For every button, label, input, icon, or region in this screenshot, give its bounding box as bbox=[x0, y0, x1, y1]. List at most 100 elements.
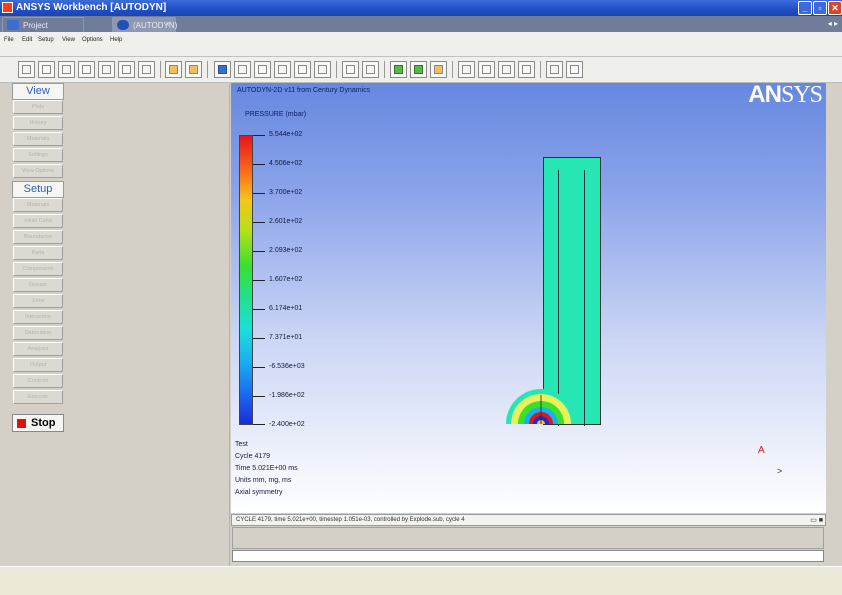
scale-label: 6.174e+01 bbox=[269, 305, 303, 312]
scale-label: 5.544e+02 bbox=[269, 131, 303, 138]
minimize-button[interactable]: _ bbox=[798, 1, 812, 15]
dialog-panel bbox=[64, 83, 230, 566]
stop-label: Stop bbox=[31, 417, 56, 429]
tab-autodyn[interactable]: (AUTODYN) × bbox=[112, 17, 178, 32]
zoom-box-icon[interactable] bbox=[294, 61, 311, 78]
setup-button-parts[interactable]: Parts bbox=[13, 246, 63, 260]
export-icon[interactable] bbox=[118, 61, 135, 78]
toolbar bbox=[0, 57, 842, 83]
scale-title: PRESSURE (mbar) bbox=[245, 111, 307, 118]
scale-label: 7.371e+01 bbox=[269, 334, 303, 341]
zoom-fit-icon[interactable] bbox=[274, 61, 291, 78]
command-input[interactable] bbox=[232, 550, 824, 562]
tab-bar: Project (AUTODYN) × ◂ ▸ bbox=[0, 16, 842, 32]
run-icon[interactable] bbox=[165, 61, 182, 78]
axis-arrow-icon: > bbox=[777, 466, 783, 476]
new-file-icon[interactable] bbox=[18, 61, 35, 78]
menu-setup[interactable]: Setup bbox=[38, 37, 54, 43]
app-icon bbox=[2, 2, 13, 13]
contour-icon[interactable] bbox=[410, 61, 427, 78]
tab-project[interactable]: Project bbox=[2, 17, 84, 32]
view-button-options[interactable]: View Options bbox=[13, 164, 63, 178]
tab-scroll-arrows-icon[interactable]: ◂ ▸ bbox=[828, 19, 838, 28]
setup-button-analysis[interactable]: Analysis bbox=[13, 342, 63, 356]
setup-button-controls[interactable]: Controls bbox=[13, 374, 63, 388]
scale-label: 2.601e+02 bbox=[269, 218, 303, 225]
setup-button-output[interactable]: Output bbox=[13, 358, 63, 372]
scale-tick bbox=[253, 338, 265, 339]
message-text: CYCLE 4179, time 5.021e+00, timestep 1.0… bbox=[236, 517, 465, 523]
menu-bar: File Edit Setup View Options Help bbox=[0, 32, 842, 57]
ansys-logo: ANSYS bbox=[748, 83, 823, 108]
message-log[interactable] bbox=[232, 527, 824, 549]
toolbar-separator bbox=[384, 61, 385, 78]
close-tab-icon[interactable]: × bbox=[165, 20, 170, 29]
info-line: Units mm, mg, ms bbox=[235, 477, 292, 484]
zoom-icon[interactable] bbox=[254, 61, 271, 78]
history-icon[interactable] bbox=[518, 61, 535, 78]
save-icon[interactable] bbox=[58, 61, 75, 78]
menu-edit[interactable]: Edit bbox=[22, 37, 32, 43]
axis-marker: A bbox=[758, 445, 765, 456]
menu-view[interactable]: View bbox=[62, 37, 75, 43]
maximize-button[interactable]: ▫ bbox=[813, 1, 827, 15]
tab-autodyn-label: (AUTODYN) bbox=[133, 21, 178, 30]
info-line: Cycle 4179 bbox=[235, 453, 271, 460]
setup-button-detonation[interactable]: Detonation bbox=[13, 326, 63, 340]
save-as-icon[interactable] bbox=[78, 61, 95, 78]
status-bar bbox=[0, 566, 842, 595]
setup-button-execute[interactable]: Execute bbox=[13, 390, 63, 404]
scale-label: 1.607e+02 bbox=[269, 276, 303, 283]
material-column bbox=[543, 157, 601, 426]
slideshow-icon[interactable] bbox=[362, 61, 379, 78]
message-window-buttons-icon[interactable]: ▭ ■ bbox=[810, 516, 823, 524]
scale-label: 4.506e+02 bbox=[269, 160, 303, 167]
info-line: Time 5.021E+00 ms bbox=[235, 465, 298, 472]
menu-file[interactable]: File bbox=[4, 37, 14, 43]
view-button-settings[interactable]: Settings bbox=[13, 148, 63, 162]
about-icon[interactable] bbox=[566, 61, 583, 78]
graphics-viewport[interactable]: AUTODYN-2D v11 from Century Dynamics ANS… bbox=[231, 83, 826, 513]
chart-icon[interactable] bbox=[498, 61, 515, 78]
viewport-title: AUTODYN-2D v11 from Century Dynamics bbox=[237, 87, 371, 94]
view-button-materials[interactable]: Materials bbox=[13, 132, 63, 146]
load-icon[interactable] bbox=[98, 61, 115, 78]
scale-tick bbox=[253, 424, 265, 425]
close-button[interactable]: ✕ bbox=[828, 1, 842, 15]
menu-options[interactable]: Options bbox=[82, 37, 103, 43]
grid-icon[interactable] bbox=[458, 61, 475, 78]
plot-icon[interactable] bbox=[390, 61, 407, 78]
rotate-icon[interactable] bbox=[214, 61, 231, 78]
setup-header: Setup bbox=[12, 181, 64, 198]
reset-view-icon[interactable] bbox=[314, 61, 331, 78]
scale-label: -6.536e+03 bbox=[269, 363, 305, 370]
info-line: Axial symmetry bbox=[235, 489, 283, 496]
color-scale-bar bbox=[239, 135, 253, 425]
setup-button-groups[interactable]: Groups bbox=[13, 278, 63, 292]
setup-button-materials[interactable]: Materials bbox=[13, 198, 63, 212]
setup-button-joins[interactable]: Joins bbox=[13, 294, 63, 308]
setup-button-components[interactable]: Components bbox=[13, 262, 63, 276]
menu-help[interactable]: Help bbox=[110, 37, 122, 43]
toolbar-separator bbox=[452, 61, 453, 78]
view-button-history[interactable]: History bbox=[13, 116, 63, 130]
view-button-plots[interactable]: Plots bbox=[13, 100, 63, 114]
view-header: View bbox=[12, 83, 64, 100]
scale-tick bbox=[253, 251, 265, 252]
setup-button-initial-cond[interactable]: Initial Cond bbox=[13, 214, 63, 228]
print-icon[interactable] bbox=[138, 61, 155, 78]
open-file-icon[interactable] bbox=[38, 61, 55, 78]
record-icon[interactable] bbox=[342, 61, 359, 78]
help-icon[interactable] bbox=[546, 61, 563, 78]
material-icon[interactable] bbox=[430, 61, 447, 78]
toolbar-separator bbox=[336, 61, 337, 78]
settings-icon[interactable] bbox=[185, 61, 202, 78]
scale-label: 3.700e+02 bbox=[269, 189, 303, 196]
pan-icon[interactable] bbox=[234, 61, 251, 78]
setup-button-boundaries[interactable]: Boundaries bbox=[13, 230, 63, 244]
window-icon[interactable] bbox=[478, 61, 495, 78]
setup-button-interaction[interactable]: Interaction bbox=[13, 310, 63, 324]
stop-button[interactable]: Stop bbox=[12, 414, 64, 432]
toolbar-separator bbox=[160, 61, 161, 78]
tab-project-label: Project bbox=[23, 21, 48, 30]
